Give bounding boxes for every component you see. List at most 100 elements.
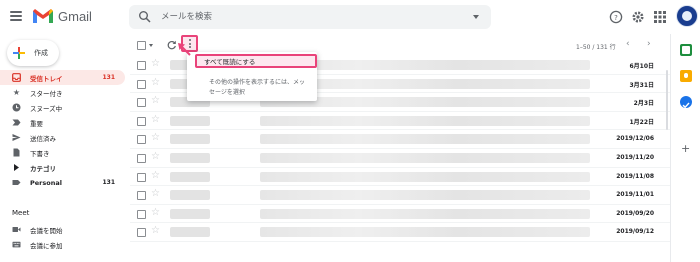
select-all-checkbox[interactable] xyxy=(137,41,146,50)
gear-icon[interactable] xyxy=(631,10,645,24)
category-icon xyxy=(12,163,21,172)
row-checkbox[interactable] xyxy=(137,209,146,219)
sidebar-item-important[interactable]: 重要 xyxy=(0,115,125,130)
row-checkbox[interactable] xyxy=(137,153,146,163)
row-checkbox[interactable] xyxy=(137,228,146,238)
arrow-pointer-icon xyxy=(178,43,191,56)
apps-grid-icon[interactable] xyxy=(653,10,667,24)
chevron-down-icon[interactable] xyxy=(149,44,153,47)
sidebar-item-snoozed[interactable]: スヌーズ中 xyxy=(0,100,125,115)
email-date: 2月3日 xyxy=(633,100,654,108)
calendar-icon[interactable] xyxy=(680,44,692,56)
email-date: 2019/09/12 xyxy=(616,228,654,236)
sidebar-item-label: 下書き xyxy=(30,149,50,158)
clock-icon xyxy=(12,103,21,112)
sidebar-item-label: スター付き xyxy=(30,89,63,98)
help-icon[interactable]: ? xyxy=(609,10,623,24)
sidebar-nav: 受信トレイ 131 ★ スター付き スヌーズ中 重要 送信済み 下書き カテゴリ xyxy=(0,70,125,190)
meet-join-button[interactable]: 会議に参加 xyxy=(0,237,125,252)
star-icon[interactable]: ☆ xyxy=(151,170,160,181)
draft-icon xyxy=(12,148,21,157)
email-date: 2019/11/08 xyxy=(616,172,654,180)
svg-text:?: ? xyxy=(614,14,618,22)
pagination-text: 1–50 / 131 行 xyxy=(576,44,616,51)
main-menu-icon[interactable] xyxy=(10,11,22,21)
keep-icon[interactable] xyxy=(680,70,692,82)
menu-hint-text: その他の操作を表示するには、メッセージを選択 xyxy=(209,79,306,96)
search-icon[interactable] xyxy=(138,10,152,24)
plus-icon xyxy=(13,47,25,59)
tasks-icon[interactable] xyxy=(680,96,692,109)
search-input[interactable] xyxy=(157,8,457,26)
send-icon xyxy=(12,133,21,142)
row-checkbox[interactable] xyxy=(137,172,146,182)
star-icon[interactable]: ☆ xyxy=(151,207,160,218)
meet-item-label: 会議を開始 xyxy=(30,226,63,235)
row-checkbox[interactable] xyxy=(137,135,146,145)
subject-redacted xyxy=(260,208,590,219)
sidebar-item-starred[interactable]: ★ スター付き xyxy=(0,85,125,100)
subject-redacted xyxy=(260,227,590,238)
table-row[interactable]: ☆ 2019/11/20 xyxy=(130,149,670,168)
sidebar-item-label: 受信トレイ xyxy=(30,74,63,83)
sender-redacted xyxy=(170,208,210,219)
table-row[interactable]: ☆ 2019/11/01 xyxy=(130,186,670,205)
email-date: 2019/11/01 xyxy=(616,191,654,199)
star-icon[interactable]: ☆ xyxy=(151,225,160,236)
inbox-icon xyxy=(12,73,21,82)
star-icon[interactable]: ☆ xyxy=(151,151,160,162)
star-icon: ★ xyxy=(12,87,21,97)
sidebar-item-label: Personal xyxy=(30,178,62,187)
email-date: 2019/09/20 xyxy=(616,209,654,217)
older-page-icon[interactable]: › xyxy=(647,39,651,49)
add-addon-icon[interactable]: + xyxy=(681,142,690,155)
gmail-logo-icon[interactable] xyxy=(32,8,54,24)
important-icon xyxy=(12,118,21,127)
sidebar-item-drafts[interactable]: 下書き xyxy=(0,145,125,160)
table-row[interactable]: ☆ 2019/12/06 xyxy=(130,130,670,149)
star-icon[interactable]: ☆ xyxy=(151,58,160,69)
subject-redacted xyxy=(260,134,590,145)
row-checkbox[interactable] xyxy=(137,191,146,201)
sidebar-item-label: 重要 xyxy=(30,119,43,128)
top-bar: Gmail ? xyxy=(0,0,700,34)
subject-redacted xyxy=(260,152,590,163)
meet-section: 会議を開始 会議に参加 xyxy=(0,222,125,252)
sender-redacted xyxy=(170,134,210,145)
table-row[interactable]: ☆ 2019/09/12 xyxy=(130,223,670,242)
unread-count: 131 xyxy=(102,179,115,186)
sender-redacted xyxy=(170,227,210,238)
compose-button[interactable]: 作成 xyxy=(7,40,59,66)
star-icon[interactable]: ☆ xyxy=(151,95,160,106)
newer-page-icon[interactable]: ‹ xyxy=(626,39,630,49)
row-checkbox[interactable] xyxy=(137,61,146,70)
sidebar-item-personal[interactable]: Personal 131 xyxy=(0,175,125,190)
label-icon xyxy=(12,178,21,187)
search-bar[interactable] xyxy=(129,5,491,29)
sidebar-item-categories[interactable]: カテゴリ xyxy=(0,160,125,175)
row-checkbox[interactable] xyxy=(137,79,146,89)
mark-all-read-item[interactable]: すべて既読にする xyxy=(195,54,317,68)
sidebar-item-label: スヌーズ中 xyxy=(30,104,63,113)
search-options-icon[interactable] xyxy=(473,15,479,19)
keyboard-icon xyxy=(12,240,21,249)
scrollbar[interactable] xyxy=(666,70,668,130)
table-row[interactable]: ☆ 2019/11/08 xyxy=(130,168,670,187)
email-date: 1月22日 xyxy=(629,118,654,126)
video-icon xyxy=(12,225,21,234)
sidebar-item-inbox[interactable]: 受信トレイ 131 xyxy=(0,70,125,85)
star-icon[interactable]: ☆ xyxy=(151,132,160,143)
account-avatar[interactable] xyxy=(676,5,698,27)
table-row[interactable]: ☆ 1月22日 xyxy=(130,112,670,131)
sidebar-item-sent[interactable]: 送信済み xyxy=(0,130,125,145)
row-checkbox[interactable] xyxy=(137,116,146,126)
star-icon[interactable]: ☆ xyxy=(151,114,160,125)
star-icon[interactable]: ☆ xyxy=(151,77,160,88)
subject-redacted xyxy=(260,115,590,126)
meet-start-button[interactable]: 会議を開始 xyxy=(0,222,125,237)
star-icon[interactable]: ☆ xyxy=(151,188,160,199)
email-date: 2019/11/20 xyxy=(616,153,654,161)
sender-redacted xyxy=(170,190,210,201)
table-row[interactable]: ☆ 2019/09/20 xyxy=(130,205,670,224)
row-checkbox[interactable] xyxy=(137,98,146,108)
